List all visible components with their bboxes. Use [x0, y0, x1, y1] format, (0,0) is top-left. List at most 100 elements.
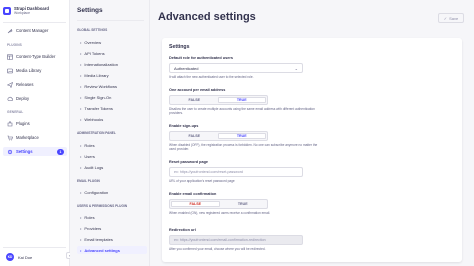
toggle-true-option[interactable]: TRUE: [217, 97, 266, 103]
brand[interactable]: Strapi Dashboard Workplace: [3, 3, 67, 19]
subnav-item-label: Users: [84, 153, 95, 159]
strapi-logo-icon: [3, 7, 11, 15]
redirection-url-label: Redirection url: [169, 228, 196, 232]
subnav-item-configuration[interactable]: • Configuration: [77, 188, 147, 196]
toggle-false-option[interactable]: FALSE: [171, 97, 218, 103]
default-role-select[interactable]: Authenticated ⌄: [169, 63, 303, 73]
nav-releases[interactable]: Releases: [3, 80, 67, 89]
enable-signups-label: Enable sign-ups: [169, 124, 199, 128]
main-content: Advanced settings ✓ Save Settings Defaul…: [150, 0, 474, 266]
layout-icon: [7, 53, 13, 60]
nav-media-library[interactable]: Media Library: [3, 66, 67, 75]
subnav-item-media-library[interactable]: • Media Library: [77, 71, 147, 79]
shopping-cart-icon: [7, 135, 13, 141]
card-title: Settings: [169, 44, 190, 50]
nav-plugins[interactable]: Plugins: [3, 119, 67, 128]
nav-section-general: GENERAL: [7, 110, 24, 114]
nav-content-type-builder[interactable]: Content-Type Builder: [3, 52, 67, 61]
enable-signups-hint: When disabled (OFF), the registration pr…: [169, 143, 318, 151]
subnav-section-users-permissions: USERS & PERMISSIONS PLUGIN: [77, 204, 128, 208]
nav-label: Content Manager: [16, 28, 49, 33]
toggle-true-option[interactable]: TRUE: [217, 133, 266, 139]
reset-password-label: Reset password page: [169, 160, 209, 164]
subnav-item-overview[interactable]: • Overview: [77, 38, 147, 46]
redirection-url-placeholder: ex: https://youfrontend.com/email-confir…: [174, 238, 266, 242]
subnav-item-up-roles[interactable]: • Roles: [77, 213, 147, 221]
user-menu[interactable]: KD Kai Doe: [3, 251, 67, 263]
bullet-icon: •: [80, 214, 82, 220]
subnav-item-audit-logs[interactable]: • Audit Logs: [77, 163, 147, 171]
subnav-item-advanced-settings[interactable]: • Advanced settings: [77, 246, 147, 254]
settings-subnav: Settings GLOBAL SETTINGS • Overview • API …: [70, 0, 150, 266]
page-title: Advanced settings: [158, 11, 256, 23]
subnav-item-label: Internationalization: [84, 61, 118, 67]
nav-section-plugins: PLUGINS: [7, 43, 22, 47]
user-name: Kai Doe: [18, 254, 33, 260]
toggle-false-option[interactable]: FALSE: [171, 133, 218, 139]
subnav-item-webhooks[interactable]: • Webhooks: [77, 115, 147, 123]
nav-content-manager[interactable]: Content Manager: [3, 26, 67, 35]
subnav-section-global: GLOBAL SETTINGS: [77, 28, 108, 32]
reset-password-input[interactable]: ex: https://youfrontend.com/reset-passwo…: [169, 167, 303, 177]
nav-marketplace[interactable]: Marketplace: [3, 133, 67, 142]
enable-signups-toggle[interactable]: FALSE TRUE: [169, 131, 268, 141]
subnav-item-transfer-tokens[interactable]: • Transfer Tokens: [77, 104, 147, 112]
subnav-item-api-tokens[interactable]: • API Tokens: [77, 49, 147, 57]
one-account-hint: Disallow the user to create multiple acc…: [169, 107, 315, 115]
subnav-section-admin: ADMINISTRATION PANEL: [77, 131, 116, 135]
settings-badge: 1: [57, 148, 64, 155]
nav-deploy[interactable]: Deploy: [3, 94, 67, 103]
bullet-icon: •: [80, 61, 82, 67]
save-button[interactable]: ✓ Save: [438, 13, 464, 23]
subnav-item-label: Review Workflows: [84, 83, 118, 89]
subnav-item-roles[interactable]: • Roles: [77, 141, 147, 149]
subnav-item-label: Roles: [84, 214, 95, 220]
subnav-item-label: Overview: [84, 39, 102, 45]
divider: [3, 247, 66, 248]
feather-icon: [7, 28, 13, 34]
nav-label: Content-Type Builder: [16, 54, 56, 59]
bullet-icon: •: [80, 50, 82, 56]
nav-settings[interactable]: Settings 1: [3, 147, 67, 156]
subnav-title: Settings: [77, 7, 103, 14]
divider: [77, 20, 144, 21]
subnav-item-label: API Tokens: [84, 50, 105, 56]
main-navigation: Strapi Dashboard Workplace Content Manag…: [0, 0, 70, 266]
divider: [3, 22, 66, 23]
default-role-label: Default role for authenticated users: [169, 56, 233, 60]
subnav-item-label: Providers: [84, 225, 102, 231]
bullet-icon: •: [80, 164, 82, 170]
subnav-item-label: Single Sign-On: [84, 94, 112, 100]
bullet-icon: •: [80, 94, 82, 100]
email-confirmation-toggle[interactable]: FALSE TRUE: [169, 199, 268, 209]
gear-icon: [7, 149, 13, 155]
image-icon: [7, 68, 13, 74]
toggle-false-option[interactable]: FALSE: [171, 201, 220, 207]
bullet-icon: •: [80, 142, 82, 148]
subnav-item-label: Advanced settings: [84, 247, 120, 253]
avatar: KD: [6, 253, 14, 261]
email-confirmation-hint: When enabled (ON), new registered users …: [169, 211, 271, 215]
settings-card: Settings Default role for authenticated …: [162, 38, 462, 262]
subnav-item-internationalization[interactable]: • Internationalization: [77, 60, 147, 68]
default-role-hint: It will attach the new authenticated use…: [169, 75, 254, 79]
subnav-item-review-workflows[interactable]: • Review Workflows: [77, 82, 147, 90]
one-account-toggle[interactable]: FALSE TRUE: [169, 95, 268, 105]
subnav-item-users[interactable]: • Users: [77, 152, 147, 160]
toggle-true-option[interactable]: TRUE: [220, 201, 267, 207]
bullet-icon: •: [80, 189, 82, 195]
reset-password-hint: URL of your application's reset password…: [169, 179, 235, 183]
redirection-url-hint: After you confirmed your email, choose w…: [169, 247, 266, 251]
bullet-icon: •: [80, 153, 82, 159]
subnav-item-email-templates[interactable]: • Email templates: [77, 235, 147, 243]
bullet-icon: •: [80, 105, 82, 111]
subnav-item-label: Media Library: [84, 72, 109, 78]
redirection-url-input[interactable]: ex: https://youfrontend.com/email-confir…: [169, 235, 303, 245]
subnav-item-label: Webhooks: [84, 116, 104, 122]
subnav-item-providers[interactable]: • Providers: [77, 224, 147, 232]
subnav-item-single-sign-on[interactable]: • Single Sign-On: [77, 93, 147, 101]
one-account-label: One account per email address: [169, 88, 226, 92]
chevron-down-icon: ⌄: [294, 65, 298, 71]
bullet-icon: •: [80, 116, 82, 122]
bullet-icon: •: [80, 72, 82, 78]
